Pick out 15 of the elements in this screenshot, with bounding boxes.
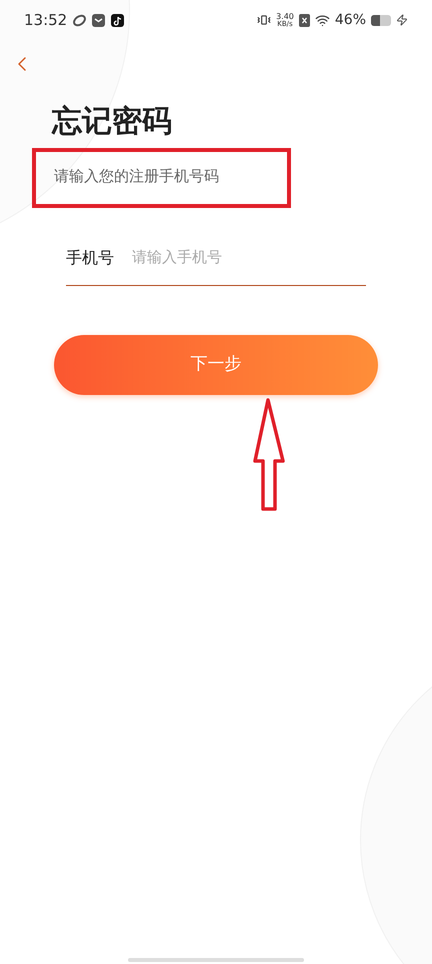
vibrate-icon [257,13,272,27]
battery-icon [371,14,391,26]
page-title: 忘记密码 [52,103,173,141]
subtitle-text: 请输入您的注册手机号码 [54,167,219,185]
phone-label: 手机号 [66,246,114,268]
wifi-icon [314,12,330,28]
music-note-icon [111,14,124,26]
net-speed-value: 3.40 [276,12,294,20]
sim-icon [298,14,310,26]
phone-input[interactable]: 请输入手机号 [132,246,366,269]
battery-percent: 46% [334,10,366,30]
next-button[interactable]: 下一步 [54,335,378,395]
clock-time: 13:52 [24,10,68,31]
charging-icon [396,14,408,26]
app-icon [73,14,86,26]
